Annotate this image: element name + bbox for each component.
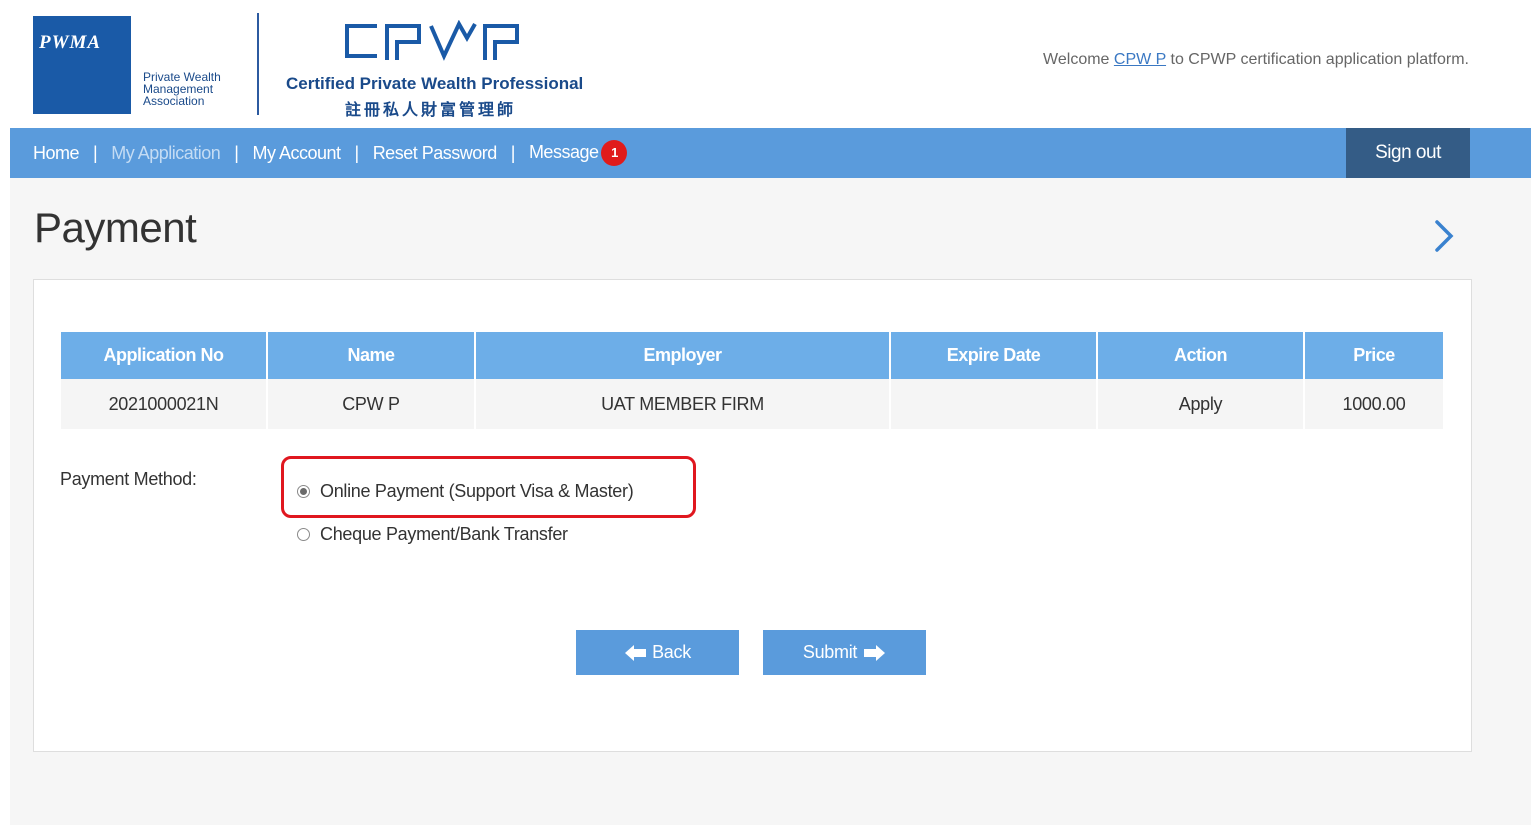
payment-method-label: Payment Method:: [60, 469, 197, 489]
arrow-right-icon: [864, 644, 886, 661]
cell-employer: UAT MEMBER FIRM: [476, 379, 891, 429]
application-table: Application No Name Employer Expire Date…: [61, 332, 1443, 429]
column-header: Price: [1305, 332, 1443, 379]
welcome-suffix: to CPWP certification application platfo…: [1166, 51, 1469, 68]
page-title: Payment: [34, 204, 197, 251]
cell-application-no: 2021000021N: [61, 379, 268, 429]
column-header: Employer: [476, 332, 891, 379]
column-header: Application No: [61, 332, 268, 379]
cheque-payment-label[interactable]: Cheque Payment/Bank Transfer: [320, 524, 568, 545]
nav-items: Home | My Application | My Account | Res…: [33, 128, 628, 178]
cpwp-logo-mark: [345, 20, 519, 61]
nav-my-application[interactable]: My Application: [111, 143, 221, 164]
pwma-logo: PWMA: [33, 16, 131, 114]
table-row: 2021000021N CPW P UAT MEMBER FIRM Apply …: [61, 379, 1443, 429]
cheque-payment-radio[interactable]: [297, 528, 310, 541]
cell-expire-date: [891, 379, 1098, 429]
welcome-prefix: Welcome: [1043, 51, 1114, 68]
pwma-logo-text: PWMA: [39, 32, 102, 53]
cpwp-chinese-title: 註冊私人財富管理師: [345, 102, 517, 119]
logo-divider: [257, 13, 259, 115]
submit-button-label: Submit: [802, 642, 858, 662]
nav-home[interactable]: Home: [33, 143, 80, 164]
nav-separator: |: [354, 142, 360, 163]
nav-reset-password[interactable]: Reset Password: [373, 143, 498, 164]
welcome-user-link[interactable]: CPW P: [1114, 51, 1166, 68]
column-header: Expire Date: [891, 332, 1098, 379]
column-header: Name: [268, 332, 476, 379]
message-count-badge: 1: [601, 140, 628, 166]
nav-message[interactable]: Message 1: [529, 140, 628, 166]
back-button[interactable]: Back: [576, 630, 739, 675]
submit-button[interactable]: Submit: [763, 630, 926, 675]
pwma-name-line: Association: [143, 94, 205, 108]
column-header: Action: [1098, 332, 1305, 379]
nav-message-label: Message: [528, 141, 599, 162]
cheque-payment-option[interactable]: Cheque Payment/Bank Transfer: [297, 524, 568, 545]
cpwp-title: Certified Private Wealth Professional: [286, 74, 584, 93]
nav-separator: |: [234, 142, 239, 163]
arrow-left-icon: [625, 644, 647, 661]
nav-separator: |: [93, 142, 98, 163]
cell-name: CPW P: [268, 379, 476, 429]
chevron-right-icon[interactable]: [1431, 218, 1457, 254]
cell-action: Apply: [1098, 379, 1305, 429]
welcome-message: Welcome CPW P to CPWP certification appl…: [1043, 51, 1469, 69]
sign-out-button[interactable]: Sign out: [1346, 128, 1470, 178]
highlight-annotation: [281, 456, 696, 518]
pwma-association-name: Private Wealth Management Association: [143, 71, 221, 107]
payment-panel: Application No Name Employer Expire Date…: [33, 279, 1472, 752]
nav-my-account[interactable]: My Account: [252, 143, 341, 164]
table-header-row: Application No Name Employer Expire Date…: [61, 332, 1443, 379]
main-navbar: Home | My Application | My Account | Res…: [10, 128, 1531, 178]
cell-price: 1000.00: [1305, 379, 1443, 429]
back-button-label: Back: [652, 642, 691, 662]
nav-separator: |: [510, 142, 516, 163]
